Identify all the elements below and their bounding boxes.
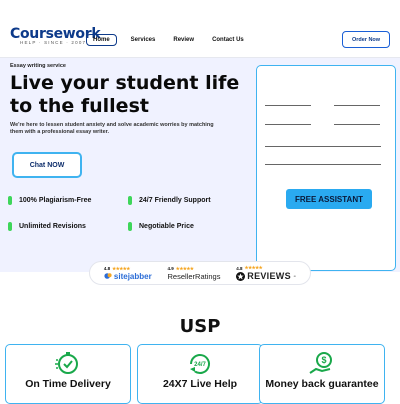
sitejabber-logo-icon — [104, 273, 112, 279]
nav-contact-us[interactable]: Contact Us — [208, 35, 248, 45]
nav-home[interactable]: Home — [86, 34, 117, 46]
feature-item: 100% Plagiarism-Free — [8, 196, 91, 205]
rating-brand-row: sitejabber — [104, 272, 152, 281]
assistant-form-card: FREE ASSISTANT — [256, 65, 396, 271]
usp-card-live-help: 24/7 24X7 Live Help — [137, 344, 263, 404]
feature-bullet-icon — [128, 196, 132, 205]
hero-title: Live your student life to the fullest — [10, 72, 240, 117]
feature-label: Negotiable Price — [139, 223, 194, 230]
feature-label: Unlimited Revisions — [19, 223, 86, 230]
form-field[interactable] — [265, 124, 311, 125]
reviews-star-icon — [236, 271, 246, 281]
usp-heading: USP — [179, 316, 221, 337]
rating-score: 4.8 — [236, 265, 243, 271]
logo[interactable]: Coursework HELP · SINCE · 2007 — [10, 26, 101, 48]
svg-text:24/7: 24/7 — [194, 362, 206, 368]
nav-review[interactable]: Review — [169, 35, 198, 45]
hero-description: We're here to lessen student anxiety and… — [10, 122, 214, 135]
usp-card-money-back: $ Money back guarantee — [259, 344, 385, 404]
nav-services[interactable]: Services — [127, 35, 160, 45]
logo-initial: C — [10, 26, 20, 42]
usp-card-delivery: On Time Delivery — [5, 344, 131, 404]
clock-check-icon — [55, 352, 78, 374]
feature-label: 24/7 Friendly Support — [139, 197, 211, 204]
rating-brand: ResellerRatings — [167, 271, 221, 281]
chat-now-button[interactable]: Chat NOW — [12, 152, 82, 178]
feature-item: Negotiable Price — [128, 222, 194, 231]
rating-brand: sitejabber — [113, 271, 152, 281]
rating-brand-row: REVIEWS .io — [236, 271, 296, 281]
feature-label: 100% Plagiarism-Free — [19, 197, 92, 204]
form-field[interactable] — [334, 105, 380, 106]
hero-section: Essay writing service Live your student … — [0, 58, 400, 272]
usp-label: Money back guarantee — [265, 378, 379, 390]
site-header: Coursework HELP · SINCE · 2007 Home Serv… — [0, 0, 400, 58]
main-nav: Home Services Review Contact Us — [86, 34, 248, 46]
rating-brand: REVIEWS — [247, 271, 291, 281]
feature-item: Unlimited Revisions — [8, 222, 86, 231]
form-field[interactable] — [265, 105, 311, 106]
order-now-button[interactable]: Order Now — [342, 31, 390, 48]
free-assistant-button[interactable]: FREE ASSISTANT — [286, 189, 372, 209]
svg-text:$: $ — [321, 355, 326, 365]
phone-247-icon: 24/7 — [190, 354, 210, 374]
feature-bullet-icon — [128, 222, 132, 231]
usp-label: 24X7 Live Help — [162, 378, 238, 390]
ratings-strip: 4.8 ★★★★★ sitejabber 4.9 ★★★★★ ResellerR… — [89, 261, 311, 285]
form-field[interactable] — [265, 146, 381, 147]
rating-brand-row: ResellerRatings — [168, 272, 221, 281]
rating-score: 4.9 — [167, 266, 174, 271]
form-field[interactable] — [265, 164, 381, 165]
feature-bullet-icon — [8, 196, 12, 205]
logo-tagline: HELP · SINCE · 2007 — [20, 40, 87, 45]
rating-score: 4.8 — [103, 266, 111, 271]
usp-label: On Time Delivery — [25, 378, 111, 390]
rating-brand-suffix: .io — [292, 274, 297, 278]
rating-sitejabber[interactable]: 4.8 ★★★★★ sitejabber — [104, 266, 152, 281]
feature-bullet-icon — [8, 222, 12, 231]
feature-item: 24/7 Friendly Support — [128, 196, 211, 205]
money-hand-icon: $ — [309, 352, 332, 374]
rating-reviews-io[interactable]: 4.8 ★★★★★ REVIEWS .io — [236, 265, 296, 281]
hero-eyebrow: Essay writing service — [10, 63, 66, 69]
rating-resellerratings[interactable]: 4.9 ★★★★★ ResellerRatings — [168, 266, 221, 281]
form-field[interactable] — [334, 124, 380, 125]
